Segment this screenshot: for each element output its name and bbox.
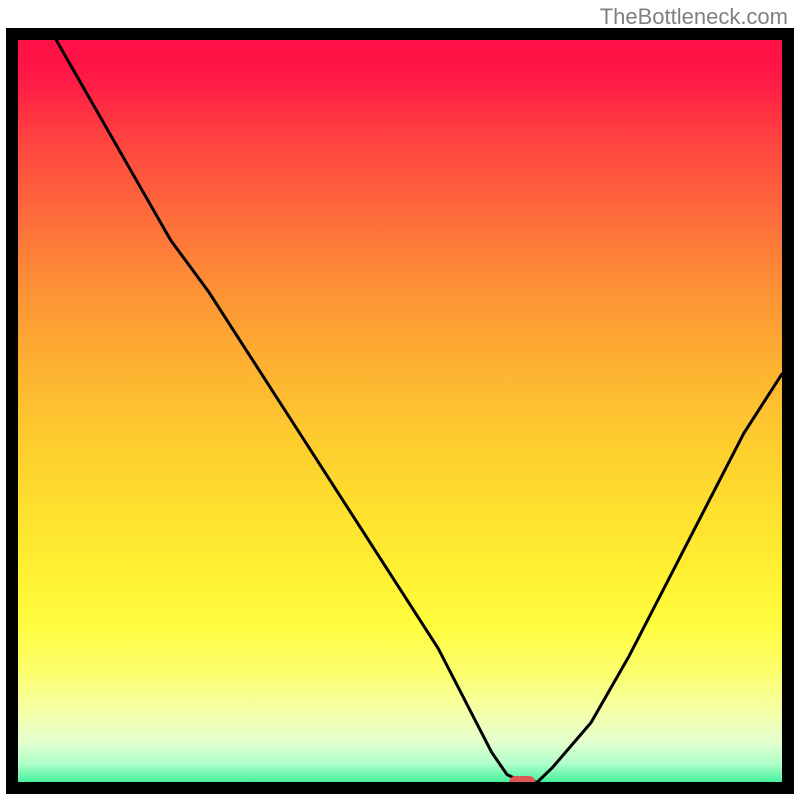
bottleneck-chart (0, 0, 800, 800)
chart-container: TheBottleneck.com (0, 0, 800, 800)
plot-background (6, 28, 794, 794)
watermark-text: TheBottleneck.com (600, 4, 788, 30)
